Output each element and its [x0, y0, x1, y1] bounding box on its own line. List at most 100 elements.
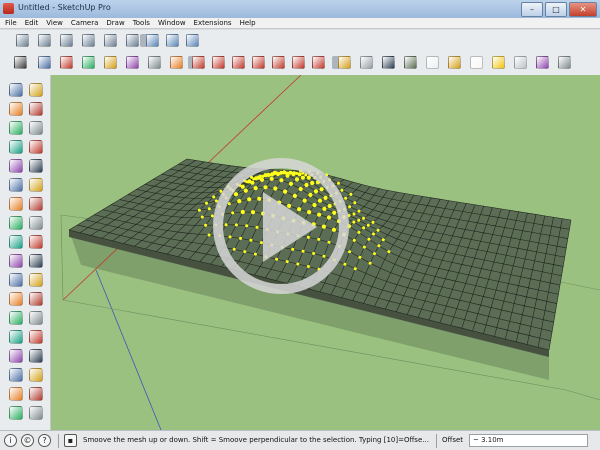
shadow-icon-7[interactable]	[312, 56, 325, 69]
paint-bucket-icon[interactable]	[9, 102, 23, 116]
front-view-icon[interactable]	[60, 34, 73, 47]
credits-icon[interactable]: ©	[21, 434, 34, 447]
menu-extensions[interactable]: Extensions	[194, 18, 232, 28]
select-icon[interactable]	[14, 56, 27, 69]
geo-location-icon[interactable]: i	[4, 434, 17, 447]
ball-icon[interactable]	[470, 56, 483, 69]
walk-tool-icon[interactable]	[9, 387, 23, 401]
menu-tools[interactable]: Tools	[133, 18, 150, 28]
sphere-icon[interactable]	[492, 56, 505, 69]
tape-measure-tool-icon[interactable]	[9, 273, 23, 287]
texture-icon[interactable]	[514, 56, 527, 69]
follow-me-tool-icon[interactable]	[29, 235, 43, 249]
freehand-tool-icon[interactable]	[29, 121, 43, 135]
material-icon[interactable]	[558, 56, 571, 69]
sandbox-from-contours-icon[interactable]	[38, 56, 51, 69]
orbit-tool-icon[interactable]	[9, 330, 23, 344]
zoom-extents-icon[interactable]	[186, 34, 199, 47]
iso-view-icon[interactable]	[16, 34, 29, 47]
rectangle-tool-icon[interactable]	[9, 140, 23, 154]
top-view-icon[interactable]	[38, 34, 51, 47]
menu-view[interactable]: View	[46, 18, 63, 28]
shadow-icon-6[interactable]	[292, 56, 305, 69]
shadow-icon-3[interactable]	[232, 56, 245, 69]
left-view-icon[interactable]	[126, 34, 139, 47]
stamp-icon[interactable]	[104, 56, 117, 69]
views-toolbar-icons	[0, 30, 600, 51]
selected-vertex	[313, 189, 319, 194]
help-icon[interactable]: ?	[38, 434, 51, 447]
instructor-icon[interactable]: ▪	[64, 434, 77, 447]
xray-icon[interactable]	[426, 56, 439, 69]
dimension-tool-icon[interactable]	[9, 311, 23, 325]
pan-icon[interactable]	[166, 34, 179, 47]
paint-icon[interactable]	[448, 56, 461, 69]
face-style-icon[interactable]	[404, 56, 417, 69]
arc3-tool-icon[interactable]	[9, 197, 23, 211]
back-view-icon[interactable]	[104, 34, 117, 47]
menu-help[interactable]: Help	[240, 18, 256, 28]
selected-vertex	[376, 228, 380, 232]
select-tool-icon[interactable]	[9, 83, 23, 97]
solar-north-icon[interactable]	[338, 56, 351, 69]
arc-tool-icon[interactable]	[9, 178, 23, 192]
menu-file[interactable]: File	[5, 18, 17, 28]
drape-icon[interactable]	[126, 56, 139, 69]
offset-value-field[interactable]: ~ 3.10m	[469, 434, 588, 447]
protractor-tool-icon[interactable]	[9, 292, 23, 306]
selected-vertex	[263, 185, 268, 190]
right-view-icon[interactable]	[82, 34, 95, 47]
rotate-tool-icon[interactable]	[9, 235, 23, 249]
axes-tool-icon[interactable]	[29, 292, 43, 306]
selected-vertex	[232, 247, 236, 251]
make-component-icon[interactable]	[29, 102, 43, 116]
arc2-tool-icon[interactable]	[29, 197, 43, 211]
look-around-tool-icon[interactable]	[29, 387, 43, 401]
scene-canvas[interactable]	[51, 75, 600, 430]
circle-tool-icon[interactable]	[9, 159, 23, 173]
text-tool-icon[interactable]	[29, 273, 43, 287]
shadow-icon-2[interactable]	[212, 56, 225, 69]
previous-view-tool-icon[interactable]	[29, 368, 43, 382]
bounding-box-edge	[60, 214, 64, 301]
line-tool-icon[interactable]	[9, 121, 23, 135]
3d-text-tool-icon[interactable]	[29, 311, 43, 325]
add-detail-icon[interactable]	[148, 56, 161, 69]
minimize-button[interactable]: –	[521, 2, 543, 17]
menu-camera[interactable]: Camera	[71, 18, 98, 28]
selected-vertex	[197, 208, 201, 212]
menu-draw[interactable]: Draw	[106, 18, 124, 28]
polygon-tool-icon[interactable]	[29, 159, 43, 173]
geo-icon[interactable]	[360, 56, 373, 69]
pie-tool-icon[interactable]	[29, 178, 43, 192]
rotated-rect-tool-icon[interactable]	[29, 140, 43, 154]
flip-edge-icon[interactable]	[170, 56, 183, 69]
shadow-icon-4[interactable]	[252, 56, 265, 69]
offset-tool-icon[interactable]	[29, 254, 43, 268]
move-tool-icon[interactable]	[9, 216, 23, 230]
zoom-window-tool-icon[interactable]	[29, 349, 43, 363]
close-button[interactable]: ✕	[569, 2, 597, 17]
menu-edit[interactable]: Edit	[25, 18, 39, 28]
zoom-tool-icon[interactable]	[9, 349, 23, 363]
orbit-icon[interactable]	[146, 34, 159, 47]
section-plane-tool-icon[interactable]	[29, 406, 43, 420]
component-icon[interactable]	[536, 56, 549, 69]
pan-tool-icon[interactable]	[29, 330, 43, 344]
shadow-icon-5[interactable]	[272, 56, 285, 69]
menu-window[interactable]: Window	[158, 18, 186, 28]
maximize-button[interactable]: □	[545, 2, 567, 17]
selected-vertex	[308, 192, 313, 197]
position-camera-tool-icon[interactable]	[9, 406, 23, 420]
model-viewport[interactable]	[51, 75, 600, 430]
window-title: Untitled - SketchUp Pro	[18, 3, 111, 12]
smoove-icon[interactable]	[82, 56, 95, 69]
sandbox-from-scratch-icon[interactable]	[60, 56, 73, 69]
selected-vertex	[259, 177, 265, 182]
shadow-icon-1[interactable]	[192, 56, 205, 69]
scale-tool-icon[interactable]	[9, 254, 23, 268]
eraser-tool-icon[interactable]	[29, 83, 43, 97]
section-icon[interactable]	[382, 56, 395, 69]
push-pull-tool-icon[interactable]	[29, 216, 43, 230]
zoom-extents-tool-icon[interactable]	[9, 368, 23, 382]
